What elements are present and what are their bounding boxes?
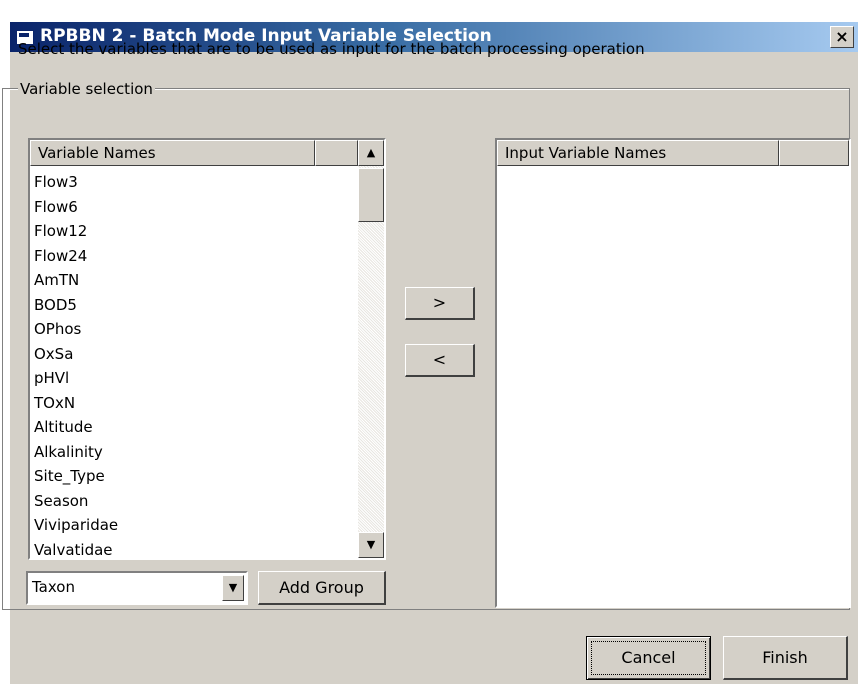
variable-list-item[interactable]: Flow12 xyxy=(34,219,118,244)
variable-list-item[interactable]: TOxN xyxy=(34,391,118,416)
variable-list-item[interactable]: Viviparidae xyxy=(34,513,118,538)
scroll-up-icon: ▲ xyxy=(366,146,376,159)
variable-list-scrollbar[interactable]: ▲ ▼ xyxy=(358,140,384,558)
input-variable-names-header-extra[interactable] xyxy=(779,140,849,166)
cancel-button[interactable]: Cancel xyxy=(586,636,711,680)
scroll-thumb[interactable] xyxy=(358,168,384,222)
instruction-text: Select the variables that are to be used… xyxy=(18,40,645,58)
add-group-button[interactable]: Add Group xyxy=(258,571,386,605)
variable-list-item[interactable]: Flow24 xyxy=(34,244,118,269)
variable-list-item[interactable]: Flow3 xyxy=(34,170,118,195)
input-variable-names-list[interactable]: Input Variable Names xyxy=(495,138,851,608)
remove-variable-label: < xyxy=(432,350,447,369)
scroll-down-button[interactable]: ▼ xyxy=(358,532,384,558)
variable-list-item[interactable]: Valvatidae xyxy=(34,538,118,559)
variable-list-item[interactable]: OPhos xyxy=(34,317,118,342)
close-button[interactable]: × xyxy=(830,26,854,48)
chevron-down-icon: ▼ xyxy=(228,581,238,594)
variable-names-list[interactable]: Variable Names Flow3 Flow6 Flow12 Flow24 AmT… xyxy=(28,138,386,560)
finish-label: Finish xyxy=(762,648,808,667)
add-variable-label: > xyxy=(432,293,447,312)
variable-list-item[interactable]: Season xyxy=(34,489,118,514)
variable-list-item[interactable]: BOD5 xyxy=(34,293,118,318)
finish-button[interactable]: Finish xyxy=(723,636,848,680)
close-icon: × xyxy=(835,27,849,46)
group-label: Variable selection xyxy=(18,80,155,98)
add-group-label: Add Group xyxy=(279,578,364,597)
variable-items: Flow3 Flow6 Flow12 Flow24 AmTN BOD5 OPhos OxSa p… xyxy=(34,170,118,559)
scroll-up-button[interactable]: ▲ xyxy=(358,140,384,166)
focus-indicator xyxy=(591,641,706,675)
variable-names-header[interactable]: Variable Names xyxy=(30,140,315,166)
add-variable-button[interactable]: > xyxy=(405,287,475,320)
group-type-dropdown-button[interactable]: ▼ xyxy=(222,575,244,601)
variable-list-item[interactable]: Site_Type xyxy=(34,464,118,489)
group-type-select[interactable]: Taxon ▼ xyxy=(26,571,248,605)
variable-list-item[interactable]: Altitude xyxy=(34,415,118,440)
group-type-value: Taxon xyxy=(32,578,75,596)
variable-list-item[interactable]: AmTN xyxy=(34,268,118,293)
remove-variable-button[interactable]: < xyxy=(405,344,475,377)
variable-list-item[interactable]: Flow6 xyxy=(34,195,118,220)
variable-names-header-extra[interactable] xyxy=(315,140,358,166)
input-variable-names-header[interactable]: Input Variable Names xyxy=(497,140,779,166)
variable-list-item[interactable]: pHVl xyxy=(34,366,118,391)
scroll-down-icon: ▼ xyxy=(366,538,376,551)
variable-list-item[interactable]: Alkalinity xyxy=(34,440,118,465)
variable-list-item[interactable]: OxSa xyxy=(34,342,118,367)
